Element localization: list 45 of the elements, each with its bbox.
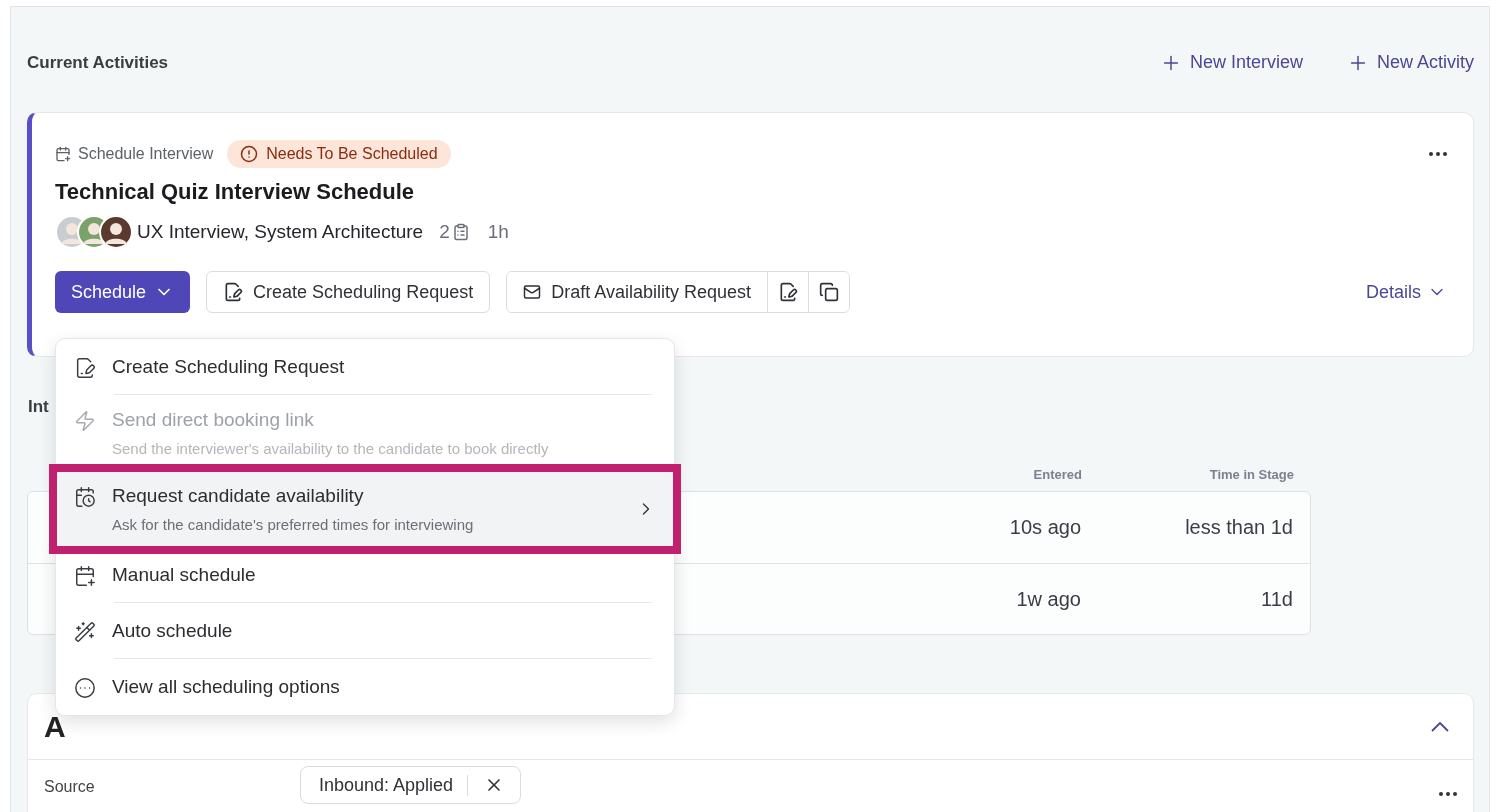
magic-wand-icon bbox=[74, 621, 96, 643]
lightning-icon bbox=[74, 410, 96, 432]
source-chip[interactable]: Inbound: Applied bbox=[300, 766, 522, 804]
calendar-clock-icon bbox=[74, 486, 96, 508]
edit-document-icon bbox=[74, 357, 96, 379]
calendar-plus-icon bbox=[74, 565, 96, 587]
clipboard-icon bbox=[451, 223, 470, 241]
ellipsis-icon bbox=[1439, 792, 1457, 796]
status-badge: Needs To Be Scheduled bbox=[227, 140, 451, 168]
edit-document-icon bbox=[778, 282, 798, 302]
table-cell: 10s ago bbox=[1009, 516, 1081, 539]
avatar-icon bbox=[99, 215, 133, 249]
add-link[interactable]: New Activity bbox=[1346, 51, 1474, 74]
more-button[interactable] bbox=[1429, 152, 1447, 156]
menu-item[interactable]: Auto schedule bbox=[56, 603, 674, 659]
alert-icon bbox=[240, 145, 259, 163]
schedule-button[interactable]: Schedule bbox=[55, 271, 191, 313]
menu-item[interactable]: Create Scheduling Request bbox=[56, 339, 674, 395]
activity-title: Technical Quiz Interview Schedule bbox=[55, 179, 416, 205]
table-cell: 1w ago bbox=[1016, 587, 1081, 611]
calendar-plus-icon bbox=[55, 146, 71, 162]
create-request-button[interactable]: Create Scheduling Request bbox=[206, 271, 491, 313]
menu-item[interactable]: Manual schedule bbox=[56, 547, 674, 603]
more-button[interactable] bbox=[1439, 792, 1457, 796]
activity-type: Schedule Interview bbox=[78, 145, 214, 163]
column-header: Entered bbox=[1033, 466, 1082, 482]
interview-names: UX Interview, System Architecture bbox=[137, 221, 424, 243]
mail-icon bbox=[523, 283, 542, 301]
more-options-icon bbox=[74, 677, 96, 699]
table-cell: 11d bbox=[1261, 587, 1293, 611]
edit-document-icon bbox=[223, 282, 244, 302]
ellipsis-icon bbox=[1429, 152, 1447, 156]
collapse-button[interactable] bbox=[1431, 721, 1449, 732]
section-heading: Int bbox=[28, 397, 49, 417]
table-cell: less than 1d bbox=[1185, 516, 1293, 539]
copy-button[interactable] bbox=[808, 272, 849, 312]
chevron-up-icon bbox=[1431, 721, 1449, 732]
add-link[interactable]: New Interview bbox=[1159, 51, 1303, 74]
duration: 1h bbox=[487, 221, 509, 243]
interview-count: 2 bbox=[439, 221, 450, 243]
details-link[interactable]: Details bbox=[1365, 281, 1447, 303]
section-title: Current Activities bbox=[27, 52, 170, 73]
field-label: Source bbox=[44, 778, 96, 796]
column-header: Time in Stage bbox=[1209, 466, 1294, 482]
copy-icon bbox=[819, 282, 839, 302]
